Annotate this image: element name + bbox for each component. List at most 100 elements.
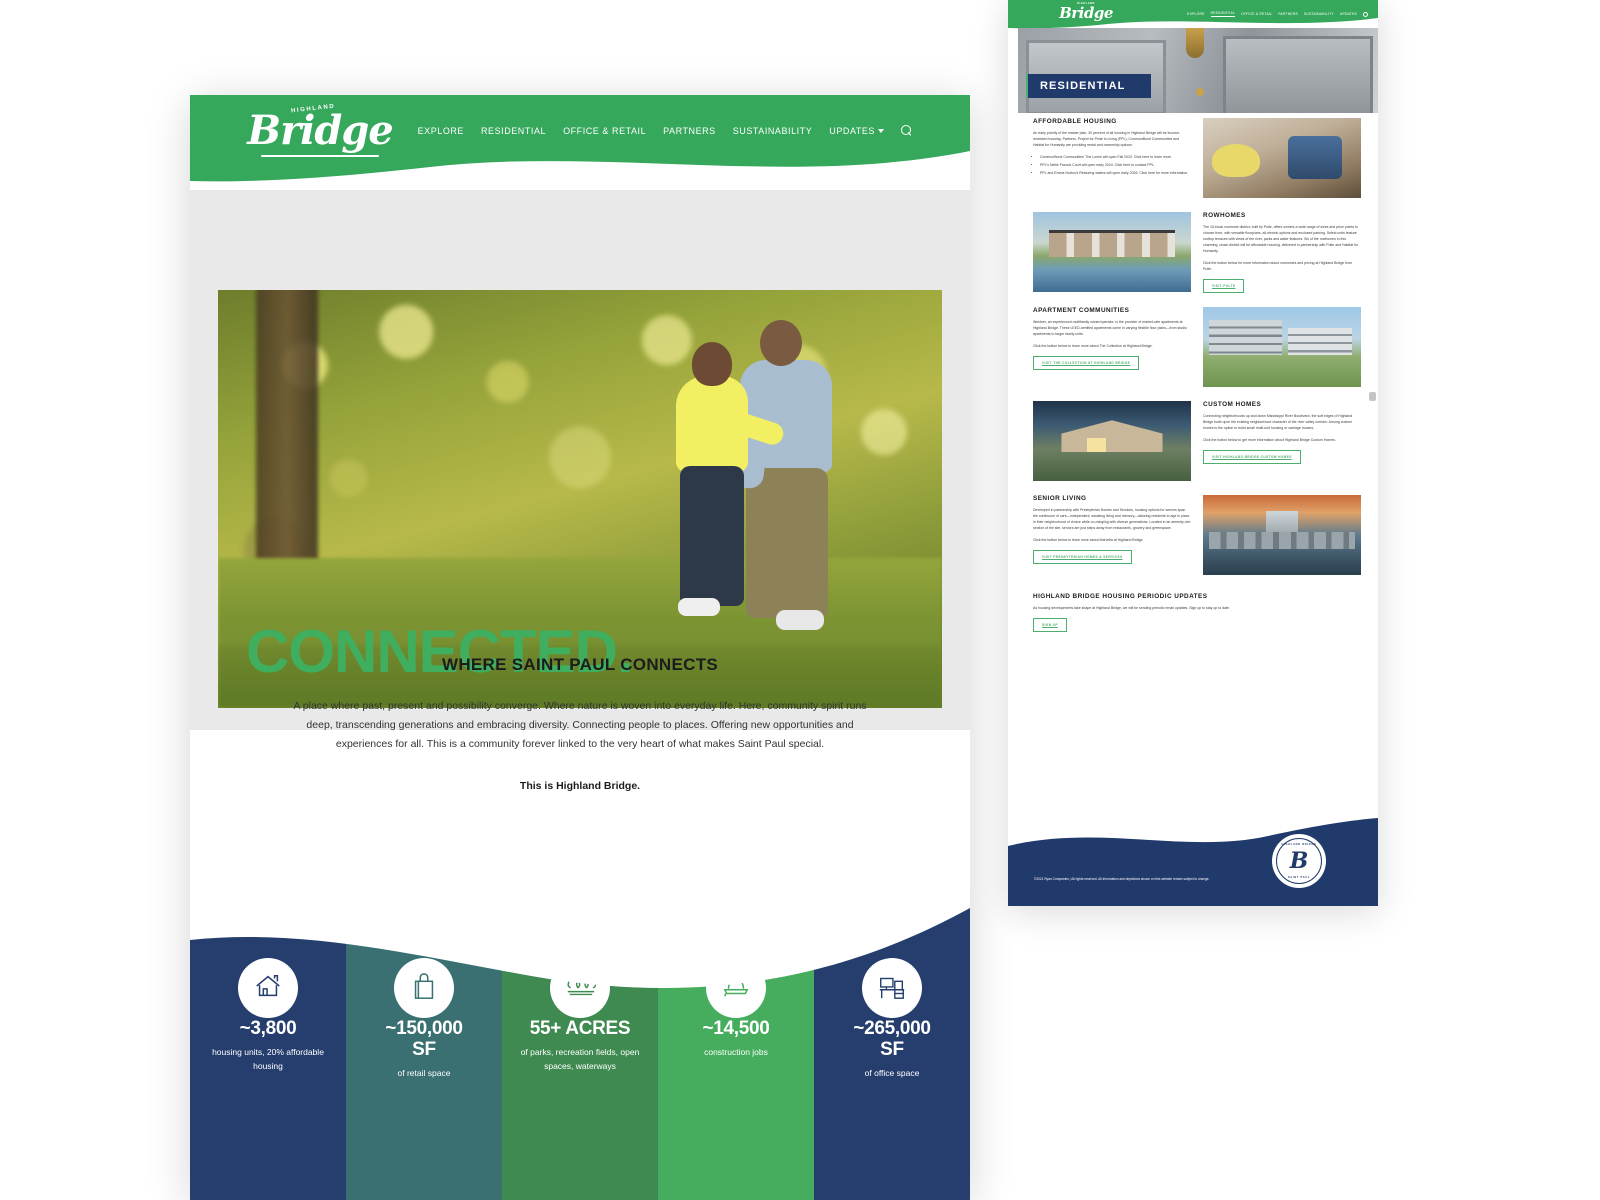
section-heading: SENIOR LIVING [1033,495,1087,502]
badge-letter: B [1289,848,1309,874]
section-cta-button[interactable]: VISIT HIGHLAND BRIDGE CUSTOM HOMES [1203,450,1301,464]
nav-item-updates[interactable]: UPDATES [829,126,884,136]
section-row: SENIOR LIVING Developed in partnership wi… [1033,495,1373,575]
search-button[interactable] [901,125,912,136]
section-image [1033,212,1191,292]
section-row: APARTMENT COMMUNITIES Weidner, an experie… [1033,307,1373,387]
stat-description: of retail space [397,1068,451,1078]
stat-description: of parks, recreation fields, open spaces… [520,1047,640,1071]
section-heading: APARTMENT COMMUNITIES [1033,307,1130,314]
hero-image: CONNECTED. [218,290,942,708]
section-paragraph: Connecting neighborhoods up and down Mis… [1203,414,1353,430]
periodic-updates-section: HIGHLAND BRIDGE HOUSING PERIODIC UPDATES… [1033,593,1373,632]
residential-hero-banner: RESIDENTIAL [1018,28,1378,113]
residential-nav-sustainability[interactable]: SUSTAINABILITY [1304,12,1334,16]
site-header: HIGHLAND Bridge EXPLORE RESIDENTIAL OFFI… [190,95,970,190]
residential-content-sections: AFFORDABLE HOUSING An early priority of t… [1008,118,1378,632]
section-image [1203,495,1361,575]
statistics-band: ~3,800 housing units, 20% affordable hous… [190,900,970,1200]
nav-item-office-retail[interactable]: OFFICE & RETAIL [563,126,646,136]
section-text-block: AFFORDABLE HOUSING An early priority of t… [1033,118,1191,178]
residential-section: ROWHOMES The 15-block rowhome district, b… [1033,212,1373,293]
section-row: CUSTOM HOMES Connecting neighborhoods up … [1033,401,1373,481]
section-paragraph: The 15-block rowhome district, built by … [1203,225,1359,253]
stat-description: housing units, 20% affordable housing [212,1047,324,1071]
residential-logo-wordmark: Bridge [1059,4,1113,22]
hero-couple-photo-subject [648,298,898,698]
section-tagline: This is Highland Bridge. [519,780,641,792]
logo-wordmark: Bridge [247,107,393,154]
residential-section: SENIOR LIVING Developed in partnership wi… [1033,495,1373,575]
site-logo[interactable]: HIGHLAND Bridge [245,103,395,165]
stat-number: ~3,800 [239,1018,297,1039]
footer-badge: HIGHLAND BRIDGE B SAINT PAUL [1272,834,1326,888]
section-cta-button[interactable]: VISIT PRESBYTERIAN HOMES & SERVICES [1033,550,1132,564]
section-heading: AFFORDABLE HOUSING [1033,118,1117,125]
residential-search-button[interactable] [1363,11,1368,17]
stat-description: construction jobs [704,1047,768,1057]
section-paragraph: Click the button below to learn more abo… [1033,538,1144,542]
residential-nav-explore[interactable]: EXPLORE [1187,12,1204,16]
residential-nav-residential[interactable]: RESIDENTIAL [1210,11,1235,17]
section-bullet-list: CommonBond Communities' The Lumin will o… [1040,154,1191,176]
hero-porch-lamp [1186,28,1204,58]
section-cta-button[interactable]: VISIT THE COLLECTION AT HIGHLAND BRIDGE [1033,356,1140,370]
where-saint-paul-connects-section: WHERE SAINT PAUL CONNECTS A place where … [190,655,970,792]
section-paragraph: Click the button below to get more infor… [1203,438,1336,442]
residential-nav-office-retail[interactable]: OFFICE & RETAIL [1241,12,1272,16]
list-item[interactable]: PPL's Nellie Francis Court will open ear… [1040,162,1191,168]
residential-nav-updates[interactable]: UPDATES [1340,12,1357,16]
footer-copyright: ©2021 Ryan Companies | All rights reserv… [1034,877,1210,881]
badge-top-text: HIGHLAND BRIDGE [1281,843,1317,846]
residential-footer: ©2021 Ryan Companies | All rights reserv… [1008,806,1378,906]
residential-section: CUSTOM HOMES Connecting neighborhoods up … [1033,401,1373,481]
section-text-block: APARTMENT COMMUNITIES Weidner, an experie… [1033,307,1191,370]
section-paragraph: Weidner, an experienced multifamily owne… [1033,320,1187,336]
list-item[interactable]: PPL and Emma Norton's Restoring waters w… [1040,170,1191,176]
chevron-down-icon [878,129,884,134]
residential-nav-partners[interactable]: PARTNERS [1278,12,1298,16]
residential-site-logo[interactable]: HIGHLAND Bridge [1058,2,1114,23]
residential-site-header: HIGHLAND Bridge EXPLORE RESIDENTIAL OFFI… [1008,0,1378,30]
section-image [1203,307,1361,387]
section-image [1033,401,1191,481]
nav-item-sustainability[interactable]: SUSTAINABILITY [733,126,813,136]
stat-number: ~14,500 [702,1018,770,1039]
updates-body: As housing developments take shape at Hi… [1033,606,1230,610]
section-text-block: ROWHOMES The 15-block rowhome district, b… [1203,212,1361,293]
senior-living-rendering [1203,495,1361,575]
section-heading: CUSTOM HOMES [1203,401,1262,408]
section-image [1203,118,1361,198]
residential-hero-label: RESIDENTIAL [1026,74,1152,98]
nav-item-partners[interactable]: PARTNERS [663,126,716,136]
person-yellow-sweater-head [692,342,732,386]
sign-up-button[interactable]: SIGN UP [1033,618,1067,632]
person-blue-shirt-legs [746,468,828,618]
section-row: AFFORDABLE HOUSING An early priority of t… [1033,118,1373,198]
section-heading: WHERE SAINT PAUL CONNECTS [441,655,719,674]
badge-ring: HIGHLAND BRIDGE B SAINT PAUL [1276,838,1322,884]
person-yellow-sweater-shoe [678,598,720,616]
section-text-block: CUSTOM HOMES Connecting neighborhoods up … [1203,401,1361,464]
section-body-text: A place where past, present and possibil… [293,700,867,750]
stats-wave-mask [190,900,970,988]
section-cta-button[interactable]: VISIT PULTE [1203,279,1245,293]
section-text-block: SENIOR LIVING Developed in partnership wi… [1033,495,1191,564]
page-scrollbar[interactable] [1369,392,1376,401]
residential-navigation[interactable]: EXPLORE RESIDENTIAL OFFICE & RETAIL PART… [1187,11,1368,17]
logo-underline [261,155,379,157]
main-browser-panel: HIGHLAND Bridge EXPLORE RESIDENTIAL OFFI… [190,95,970,1200]
apartment-buildings-photo [1203,307,1361,387]
section-heading: ROWHOMES [1203,212,1246,219]
badge-bottom-text: SAINT PAUL [1287,876,1311,879]
hero-section: CONNECTED. [190,190,970,730]
stat-number: ~150,000 SF [385,1018,463,1060]
nav-updates-label: UPDATES [829,125,875,136]
stat-number: 55+ ACRES [529,1018,631,1039]
nav-item-residential[interactable]: RESIDENTIAL [481,126,546,136]
nav-item-explore[interactable]: EXPLORE [418,126,464,136]
residential-page-panel: HIGHLAND Bridge EXPLORE RESIDENTIAL OFFI… [1008,0,1378,906]
section-paragraph: Click the button below for more informat… [1203,261,1353,271]
list-item[interactable]: CommonBond Communities' The Lumin will o… [1040,154,1191,160]
main-navigation[interactable]: EXPLORE RESIDENTIAL OFFICE & RETAIL PART… [418,125,912,136]
